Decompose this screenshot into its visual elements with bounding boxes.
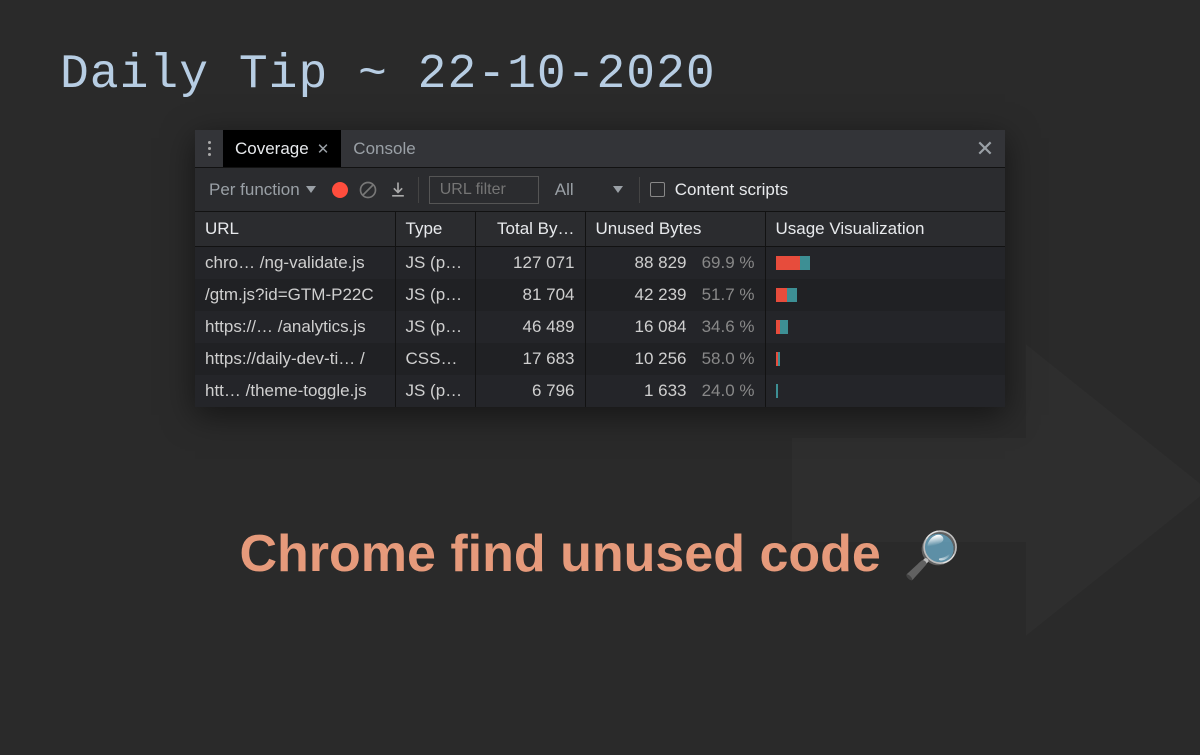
tab-coverage-label: Coverage — [235, 139, 309, 159]
granularity-label: Per function — [209, 180, 300, 200]
cell-type: JS (p… — [395, 247, 475, 280]
cell-total: 127 071 — [475, 247, 585, 280]
magnifier-icon: 🔎 — [903, 529, 960, 581]
close-panel-icon[interactable]: ✕ — [965, 136, 1005, 162]
cell-url: https://daily-dev-ti… / — [195, 343, 395, 375]
usage-bar — [776, 352, 996, 366]
cell-viz — [765, 343, 1005, 375]
cell-type: JS (p… — [395, 311, 475, 343]
cell-total: 46 489 — [475, 311, 585, 343]
tab-coverage[interactable]: Coverage ✕ — [223, 130, 341, 167]
more-tabs-icon[interactable] — [195, 130, 223, 167]
col-total[interactable]: Total By… — [475, 212, 585, 247]
caption-text: Chrome find unused code — [239, 525, 880, 583]
cell-type: JS (p… — [395, 279, 475, 311]
col-unused[interactable]: Unused Bytes — [585, 212, 765, 247]
cell-url: htt… /theme-toggle.js — [195, 375, 395, 407]
tab-strip: Coverage ✕ Console ✕ — [195, 130, 1005, 168]
page-title: Daily Tip ~ 22-10-2020 — [60, 48, 716, 102]
clear-icon[interactable] — [358, 180, 378, 200]
content-scripts-checkbox[interactable] — [650, 182, 665, 197]
col-viz[interactable]: Usage Visualization — [765, 212, 1005, 247]
url-filter-input[interactable] — [429, 176, 539, 204]
cell-total: 17 683 — [475, 343, 585, 375]
export-icon[interactable] — [388, 180, 408, 200]
usage-bar — [776, 256, 996, 270]
table-row[interactable]: https://… /analytics.jsJS (p…46 48916 08… — [195, 311, 1005, 343]
cell-unused: 10 25658.0 % — [585, 343, 765, 375]
chevron-down-icon — [306, 186, 316, 193]
cell-url: /gtm.js?id=GTM-P22C — [195, 279, 395, 311]
cell-viz — [765, 279, 1005, 311]
type-filter-dropdown[interactable]: All — [549, 180, 629, 200]
cell-viz — [765, 247, 1005, 280]
usage-bar — [776, 288, 996, 302]
cell-unused: 42 23951.7 % — [585, 279, 765, 311]
cell-viz — [765, 311, 1005, 343]
content-scripts-label: Content scripts — [675, 180, 788, 200]
table-row[interactable]: htt… /theme-toggle.jsJS (p…6 7961 63324.… — [195, 375, 1005, 407]
table-header-row: URL Type Total By… Unused Bytes Usage Vi… — [195, 212, 1005, 247]
tab-console[interactable]: Console — [341, 130, 427, 167]
granularity-dropdown[interactable]: Per function — [203, 180, 322, 200]
usage-bar — [776, 384, 996, 398]
cell-unused: 88 82969.9 % — [585, 247, 765, 280]
col-type[interactable]: Type — [395, 212, 475, 247]
cell-url: https://… /analytics.js — [195, 311, 395, 343]
coverage-toolbar: Per function All Content scripts — [195, 168, 1005, 212]
cell-unused: 16 08434.6 % — [585, 311, 765, 343]
cell-unused: 1 63324.0 % — [585, 375, 765, 407]
record-button[interactable] — [332, 182, 348, 198]
close-icon[interactable]: ✕ — [317, 140, 330, 158]
type-filter-label: All — [555, 180, 574, 200]
col-url[interactable]: URL — [195, 212, 395, 247]
coverage-table: URL Type Total By… Unused Bytes Usage Vi… — [195, 212, 1005, 407]
cell-type: CSS… — [395, 343, 475, 375]
table-row[interactable]: /gtm.js?id=GTM-P22CJS (p…81 70442 23951.… — [195, 279, 1005, 311]
separator — [418, 177, 419, 203]
table-row[interactable]: chro… /ng-validate.jsJS (p…127 07188 829… — [195, 247, 1005, 280]
tab-console-label: Console — [353, 139, 415, 159]
cell-type: JS (p… — [395, 375, 475, 407]
separator — [639, 177, 640, 203]
usage-bar — [776, 320, 996, 334]
cell-total: 6 796 — [475, 375, 585, 407]
table-row[interactable]: https://daily-dev-ti… /CSS…17 68310 2565… — [195, 343, 1005, 375]
chevron-down-icon — [613, 186, 623, 193]
devtools-panel: Coverage ✕ Console ✕ Per function All Co… — [195, 130, 1005, 407]
cell-viz — [765, 375, 1005, 407]
cell-total: 81 704 — [475, 279, 585, 311]
cell-url: chro… /ng-validate.js — [195, 247, 395, 280]
caption: Chrome find unused code 🔎 — [0, 524, 1200, 584]
